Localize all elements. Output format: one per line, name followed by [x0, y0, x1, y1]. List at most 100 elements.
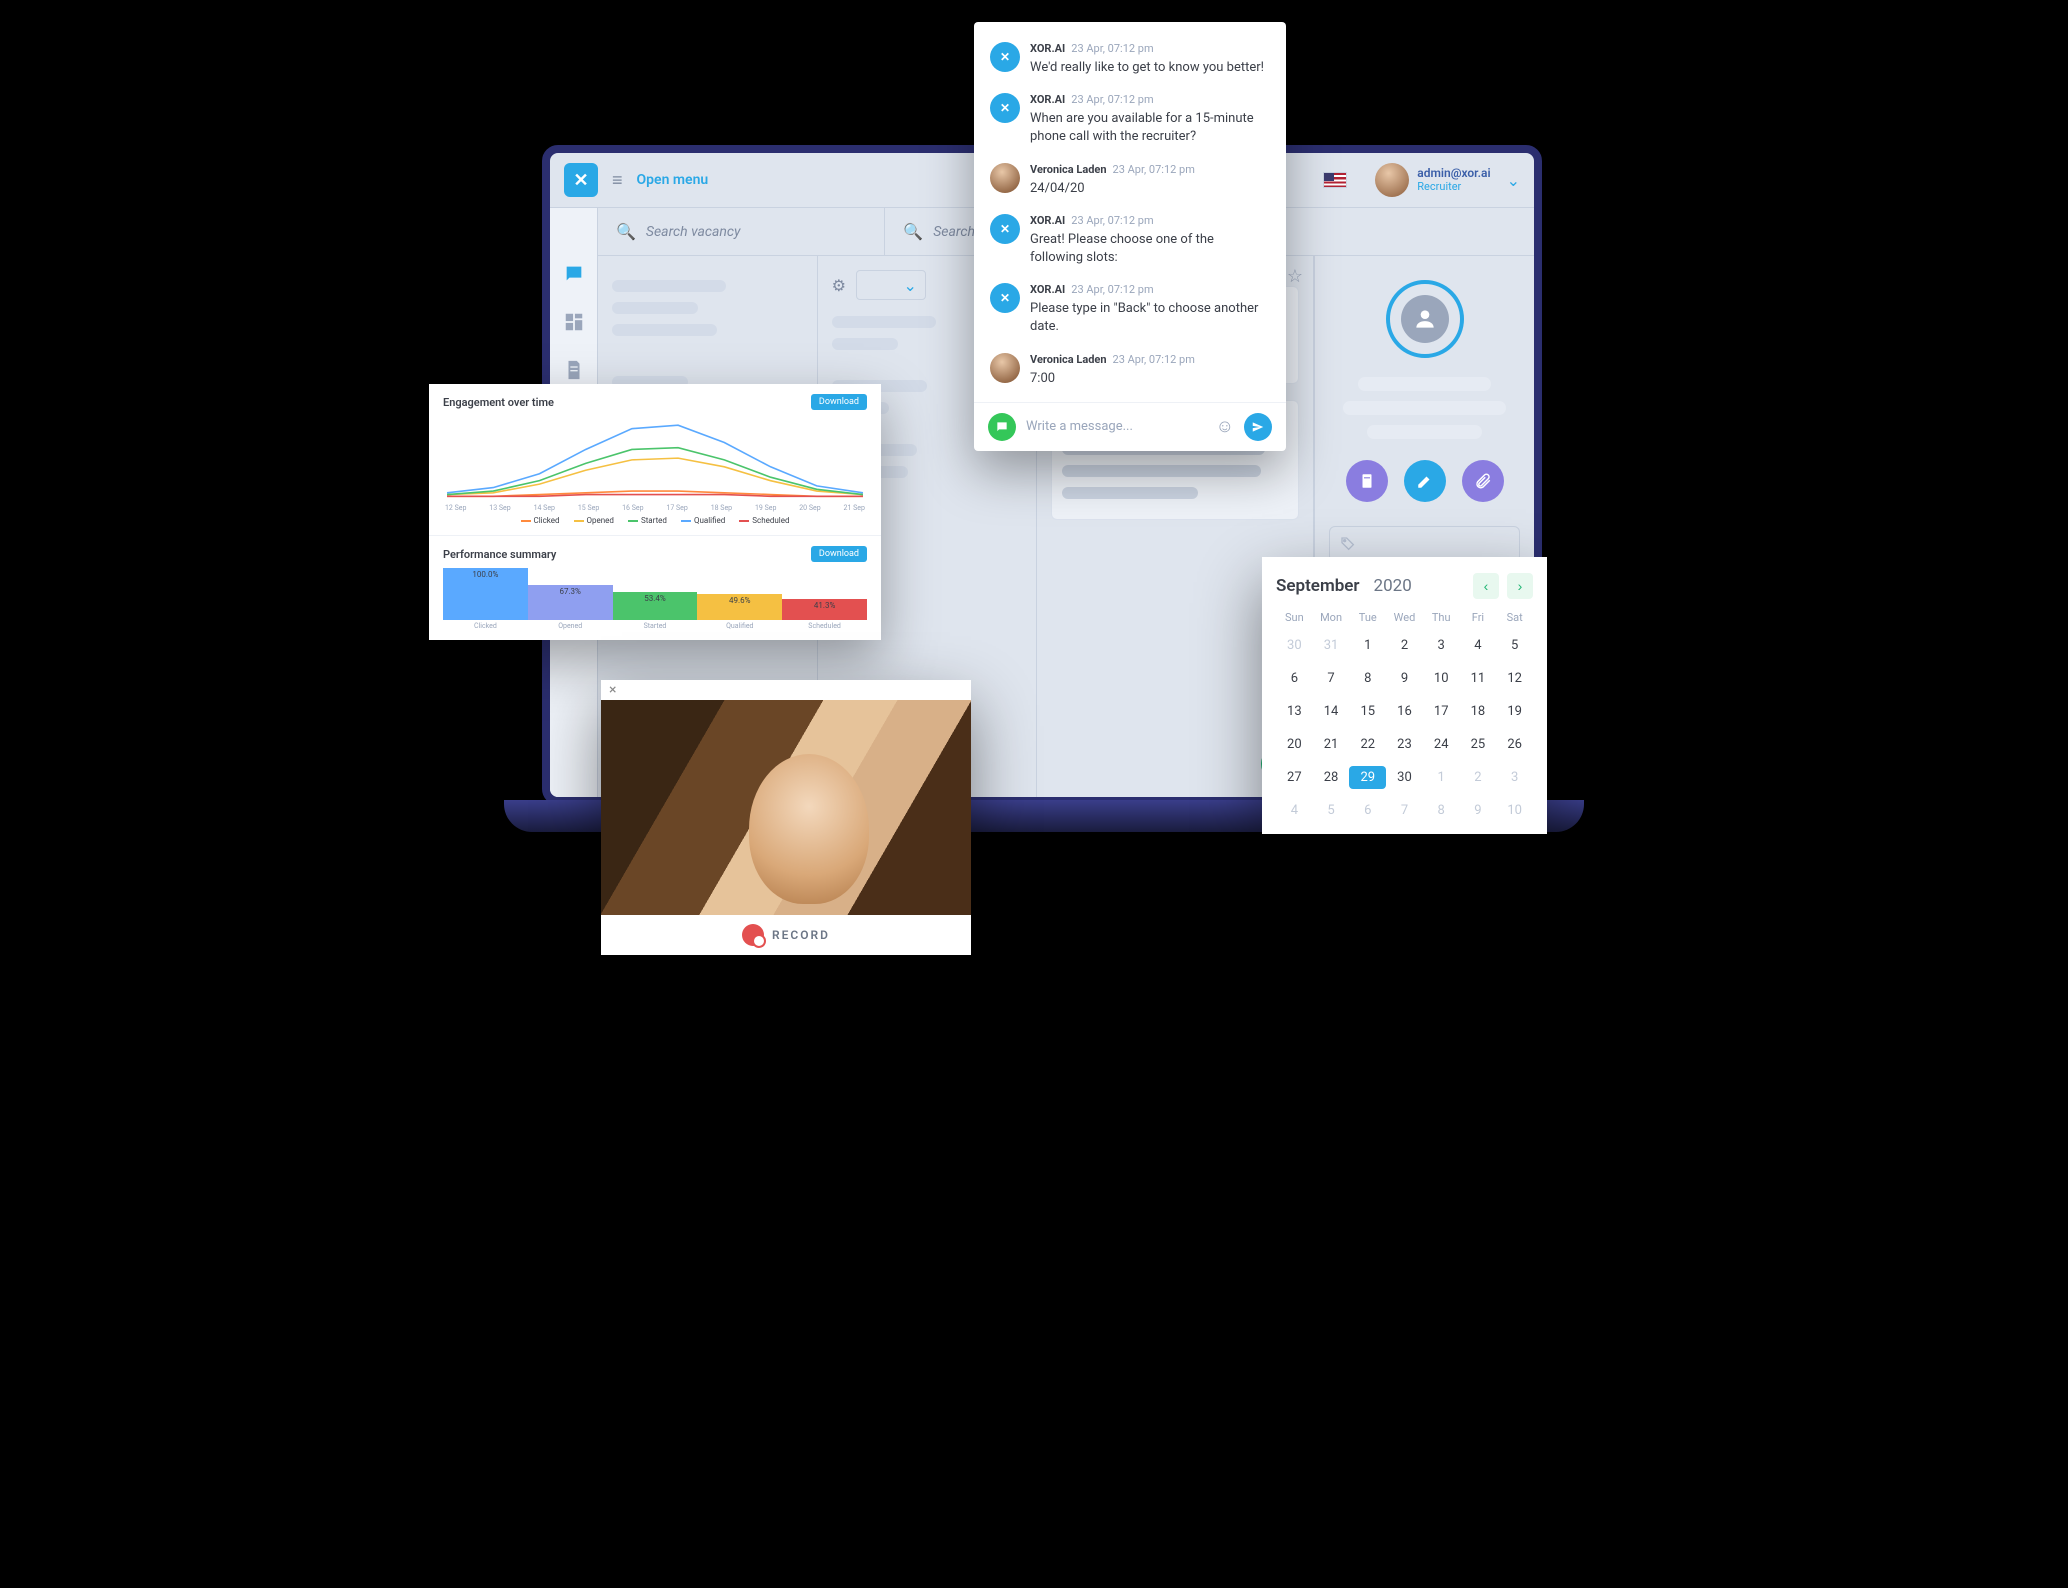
- calendar-day[interactable]: 27: [1276, 766, 1313, 789]
- calendar-day: 2: [1460, 766, 1497, 789]
- bar-clicked: 100.0%: [443, 568, 528, 620]
- prev-month-button[interactable]: ‹: [1473, 573, 1499, 599]
- open-menu-link[interactable]: Open menu: [637, 172, 709, 188]
- calendar-day[interactable]: 22: [1349, 733, 1386, 756]
- calendar-dow: Mon: [1313, 611, 1350, 624]
- logo-icon: ✕: [564, 163, 598, 197]
- download-button[interactable]: Download: [811, 394, 867, 410]
- bar-opened: 67.3%: [528, 585, 613, 620]
- calendar-day[interactable]: 23: [1386, 733, 1423, 756]
- calendar-day[interactable]: 1: [1349, 634, 1386, 657]
- bot-avatar-icon: ✕: [990, 283, 1020, 313]
- bar-qualified: 49.6%: [697, 594, 782, 620]
- calendar-day[interactable]: 19: [1496, 700, 1533, 723]
- performance-bar-chart: 100.0%Clicked67.3%Opened53.4%Started49.6…: [443, 572, 867, 630]
- calendar-day[interactable]: 2: [1386, 634, 1423, 657]
- engagement-title: Engagement over time: [443, 396, 554, 409]
- user-menu[interactable]: admin@xor.ai Recruiter ⌄: [1375, 163, 1520, 197]
- calendar-day[interactable]: 3: [1423, 634, 1460, 657]
- calendar-day: 8: [1423, 799, 1460, 822]
- bar-scheduled: 41.3%: [782, 599, 867, 620]
- calendar-day[interactable]: 28: [1313, 766, 1350, 789]
- search-icon: 🔍: [903, 222, 923, 241]
- calendar-day[interactable]: 15: [1349, 700, 1386, 723]
- bot-avatar-icon: ✕: [990, 93, 1020, 123]
- calendar-dow: Fri: [1460, 611, 1497, 624]
- filter-icon[interactable]: ⚙: [832, 276, 846, 295]
- user-role: Recruiter: [1417, 181, 1490, 193]
- calendar-day[interactable]: 21: [1313, 733, 1350, 756]
- calendar-day[interactable]: 7: [1313, 667, 1350, 690]
- profile-avatar-ring: [1386, 280, 1464, 358]
- hamburger-icon[interactable]: ≡: [612, 170, 623, 191]
- chat-panel: ✕XOR.AI23 Apr, 07:12 pmWe'd really like …: [974, 22, 1286, 451]
- search-icon: 🔍: [616, 222, 636, 241]
- user-email: admin@xor.ai: [1417, 167, 1490, 180]
- person-icon: [1401, 295, 1449, 343]
- attachment-button[interactable]: [1462, 460, 1504, 502]
- chevron-down-icon: ⌄: [1507, 171, 1520, 190]
- calendar-day: 4: [1276, 799, 1313, 822]
- bot-avatar-icon: ✕: [990, 42, 1020, 72]
- calendar-day: 1: [1423, 766, 1460, 789]
- calendar-day[interactable]: 16: [1386, 700, 1423, 723]
- calendar-day[interactable]: 30: [1386, 766, 1423, 789]
- chat-message: Veronica Laden23 Apr, 07:12 pm24/04/20: [974, 155, 1286, 206]
- calendar-day: 10: [1496, 799, 1533, 822]
- calendar-day[interactable]: 24: [1423, 733, 1460, 756]
- calendar-day[interactable]: 10: [1423, 667, 1460, 690]
- calendar-day[interactable]: 13: [1276, 700, 1313, 723]
- calendar-day[interactable]: 29: [1349, 766, 1386, 789]
- calendar-dow: Wed: [1386, 611, 1423, 624]
- chat-icon[interactable]: [563, 263, 585, 285]
- document-icon[interactable]: [563, 359, 585, 381]
- calendar-day: 30: [1276, 634, 1313, 657]
- search-vacancy-input[interactable]: 🔍 Search vacancy: [598, 208, 885, 255]
- calendar-day[interactable]: 8: [1349, 667, 1386, 690]
- chat-message: Veronica Laden23 Apr, 07:12 pm7:00: [974, 345, 1286, 396]
- calendar-day: 31: [1313, 634, 1350, 657]
- record-button[interactable]: [742, 924, 764, 946]
- chat-message: ✕XOR.AI23 Apr, 07:12 pmPlease type in "B…: [974, 275, 1286, 344]
- sort-dropdown[interactable]: ⌄: [856, 270, 926, 300]
- document-button[interactable]: [1346, 460, 1388, 502]
- video-record-card: × RECORD: [601, 680, 971, 955]
- emoji-icon[interactable]: ☺: [1216, 416, 1234, 437]
- calendar-day[interactable]: 14: [1313, 700, 1350, 723]
- calendar-year: 2020: [1374, 576, 1412, 596]
- next-month-button[interactable]: ›: [1507, 573, 1533, 599]
- calendar-day[interactable]: 26: [1496, 733, 1533, 756]
- calendar-day[interactable]: 25: [1460, 733, 1497, 756]
- star-icon[interactable]: ☆: [1287, 266, 1303, 287]
- edit-button[interactable]: [1404, 460, 1446, 502]
- calendar-month: September: [1276, 576, 1360, 596]
- user-avatar: [990, 163, 1020, 193]
- flag-us-icon[interactable]: [1323, 172, 1347, 188]
- calendar-day[interactable]: 4: [1460, 634, 1497, 657]
- calendar-day[interactable]: 6: [1276, 667, 1313, 690]
- chat-message: ✕XOR.AI23 Apr, 07:12 pmGreat! Please cho…: [974, 206, 1286, 275]
- sms-icon[interactable]: [988, 413, 1016, 441]
- calendar-dow: Tue: [1349, 611, 1386, 624]
- calendar-day[interactable]: 5: [1496, 634, 1533, 657]
- calendar-dow: Sat: [1496, 611, 1533, 624]
- calendar-day[interactable]: 20: [1276, 733, 1313, 756]
- close-icon[interactable]: ×: [609, 682, 616, 698]
- calendar-day[interactable]: 11: [1460, 667, 1497, 690]
- video-preview: [601, 700, 971, 915]
- dashboard-icon[interactable]: [563, 311, 585, 333]
- calendar-dow: Sun: [1276, 611, 1313, 624]
- calendar-day[interactable]: 18: [1460, 700, 1497, 723]
- chat-message-input[interactable]: Write a message...: [1026, 419, 1206, 434]
- download-button[interactable]: Download: [811, 546, 867, 562]
- calendar-day[interactable]: 9: [1386, 667, 1423, 690]
- calendar-day: 3: [1496, 766, 1533, 789]
- chat-message: ✕XOR.AI23 Apr, 07:12 pmWhen are you avai…: [974, 85, 1286, 154]
- calendar-day[interactable]: 17: [1423, 700, 1460, 723]
- chat-message: ✕XOR.AI23 Apr, 07:12 pmWe'd really like …: [974, 34, 1286, 85]
- chat-input-row: Write a message... ☺: [974, 402, 1286, 451]
- calendar-day[interactable]: 12: [1496, 667, 1533, 690]
- send-button[interactable]: [1244, 413, 1272, 441]
- calendar-dow: Thu: [1423, 611, 1460, 624]
- performance-title: Performance summary: [443, 548, 556, 561]
